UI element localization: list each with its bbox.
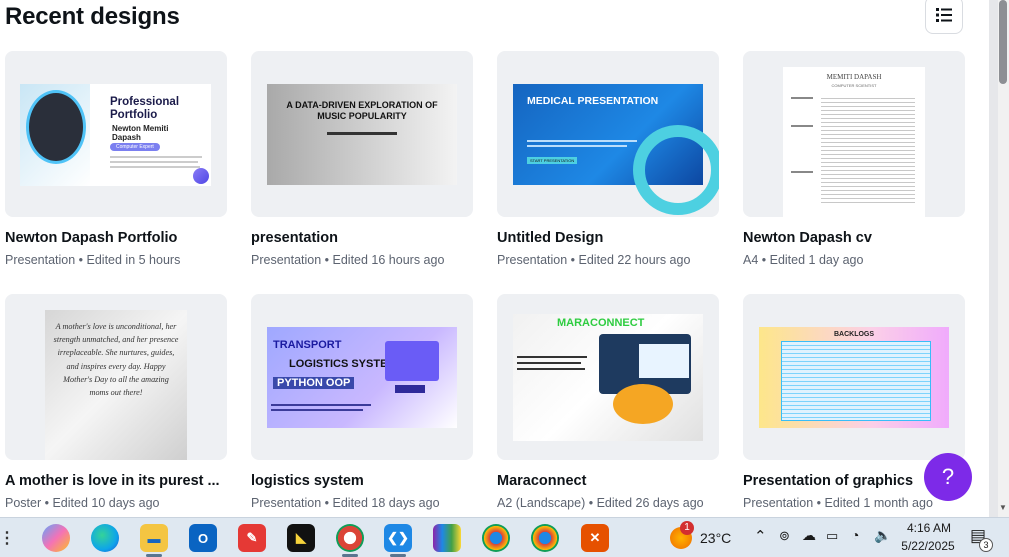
design-title[interactable]: Newton Dapash Portfolio [5,230,227,246]
meet-now-icon[interactable]: ⊚ [779,528,790,544]
design-thumbnail[interactable]: TRANSPORT LOGISTICS SYSTEM PYTHON OOP [251,294,473,460]
onedrive-cloud-icon[interactable]: ☁ [802,527,816,544]
design-card[interactable]: A DATA-DRIVEN EXPLORATION OF MUSIC POPUL… [251,51,473,267]
thumb-button: START PRESENTATION [527,157,578,164]
chevron-up-icon[interactable]: ⌃ [754,527,767,545]
design-meta: Presentation • Edited 22 hours ago [497,253,691,267]
scrollbar-gutter [989,0,998,517]
list-view-toggle-button[interactable] [925,0,963,34]
design-title[interactable]: Untitled Design [497,230,719,246]
scrollbar-thumb[interactable] [999,0,1007,84]
winrar-icon[interactable] [433,524,461,552]
thumbnail-slide: MEDICAL PRESENTATION START PRESENTATION [513,84,719,215]
design-thumbnail[interactable]: BACKLOGS [743,294,965,460]
clock-time[interactable]: 4:16 AM [904,521,954,535]
weather-badge: 1 [680,521,694,535]
design-thumbnail[interactable]: A mother's love is unconditional, her st… [5,294,227,460]
taskbar: ⋮ ▬ O ✎ ◣ ❮❯ ✕ 1 23°C ⌃ ⊚ ☁ ▭ ◔ 🔈 4:16 A… [0,517,1009,557]
chrome-profile-o-icon[interactable] [482,524,510,552]
thumb-heading: MEDICAL PRESENTATION [527,95,659,107]
design-meta: Poster • Edited 10 days ago [5,496,160,510]
battery-icon[interactable]: ▭ [826,528,838,544]
design-title[interactable]: logistics system [251,473,473,489]
design-meta: Presentation • Edited 16 hours ago [251,253,445,267]
copilot-icon[interactable] [42,524,70,552]
design-card[interactable]: Professional Portfolio Newton Memiti Dap… [5,51,227,267]
thumb-text: A mother's love is unconditional, her st… [53,322,179,398]
design-meta: Presentation • Edited in 5 hours [5,253,181,267]
help-button[interactable]: ? [924,453,972,501]
pdf-reader-icon[interactable]: ✎ [238,524,266,552]
design-meta: Presentation • Edited 18 days ago [251,496,440,510]
thumb-line1: TRANSPORT [273,339,342,351]
sticky-notes-icon[interactable]: ◣ [287,524,315,552]
design-title[interactable]: Newton Dapash cv [743,230,965,246]
design-card[interactable]: MARACONNECT Maraconnect A2 (Landscape) •… [497,294,719,510]
design-thumbnail[interactable]: MARACONNECT [497,294,719,460]
thumbnail-slide: TRANSPORT LOGISTICS SYSTEM PYTHON OOP [267,327,457,428]
speaker-muted-icon[interactable]: 🔈 [874,527,891,544]
design-card[interactable]: MEDICAL PRESENTATION START PRESENTATION … [497,51,719,267]
design-meta: A4 • Edited 1 day ago [743,253,864,267]
thumbnail-slide: A DATA-DRIVEN EXPLORATION OF MUSIC POPUL… [267,84,457,185]
design-thumbnail[interactable]: A DATA-DRIVEN EXPLORATION OF MUSIC POPUL… [251,51,473,217]
design-meta: Presentation • Edited 1 month ago [743,496,933,510]
thumb-line2: LOGISTICS SYSTEM [289,358,397,370]
thumbnail-document: MEMITI DAPASH COMPUTER SCIENTIST [783,67,925,217]
thumbnail-poster: A mother's love is unconditional, her st… [45,310,187,460]
thumb-heading: BACKLOGS [833,331,875,338]
vscode-icon[interactable]: ❮❯ [384,524,412,552]
design-title[interactable]: A mother is love in its purest ... [5,473,227,489]
thumb-name: Newton Memiti Dapash [112,124,169,142]
thumbnail-slide: BACKLOGS [759,327,949,428]
scroll-down-arrow-icon[interactable]: ▼ [999,503,1007,512]
design-thumbnail[interactable]: MEDICAL PRESENTATION START PRESENTATION [497,51,719,217]
thumb-heading: A DATA-DRIVEN EXPLORATION OF MUSIC POPUL… [286,100,438,121]
design-title[interactable]: Maraconnect [497,473,719,489]
thumbnail-slide: MARACONNECT [513,314,703,441]
design-card[interactable]: A mother's love is unconditional, her st… [5,294,227,510]
vertical-scrollbar[interactable]: ▼ [989,0,1009,517]
notification-count-badge: 3 [979,538,993,552]
xampp-icon[interactable]: ✕ [581,524,609,552]
thumb-tag: Computer Expert [110,143,160,151]
file-explorer-icon[interactable]: ▬ [140,524,168,552]
thumb-heading: MEMITI DAPASH [826,73,882,81]
edge-browser-icon[interactable] [91,524,119,552]
thumbnail-slide: Professional Portfolio Newton Memiti Dap… [20,84,211,186]
thumb-sub: COMPUTER SCIENTIST [831,83,877,88]
thumb-heading: Professional Portfolio [110,96,180,121]
page-title: Recent designs [5,3,180,30]
design-thumbnail[interactable]: Professional Portfolio Newton Memiti Dap… [5,51,227,217]
design-thumbnail[interactable]: MEMITI DAPASH COMPUTER SCIENTIST [743,51,965,217]
chrome-profile-d-icon[interactable] [531,524,559,552]
page: Recent designs Professional Portfolio Ne… [0,0,1009,557]
portrait-photo [26,90,86,164]
thumb-line3: PYTHON OOP [273,377,355,389]
chrome-profile-icon[interactable] [336,524,364,552]
design-title[interactable]: presentation [251,230,473,246]
design-meta: A2 (Landscape) • Edited 26 days ago [497,496,704,510]
thumb-heading: MARACONNECT [557,317,645,329]
recent-designs-header: Recent designs [5,0,965,36]
design-card[interactable]: TRANSPORT LOGISTICS SYSTEM PYTHON OOP lo… [251,294,473,510]
weather-temperature[interactable]: 23°C [700,530,731,546]
wifi-icon[interactable]: ◔ [851,527,859,543]
list-view-icon [936,8,952,22]
task-view-icon[interactable]: ⋮ [0,524,15,552]
design-card[interactable]: MEMITI DAPASH COMPUTER SCIENTIST Newton … [743,51,965,267]
clock-date[interactable]: 5/22/2025 [900,539,956,553]
outlook-icon[interactable]: O [189,524,217,552]
